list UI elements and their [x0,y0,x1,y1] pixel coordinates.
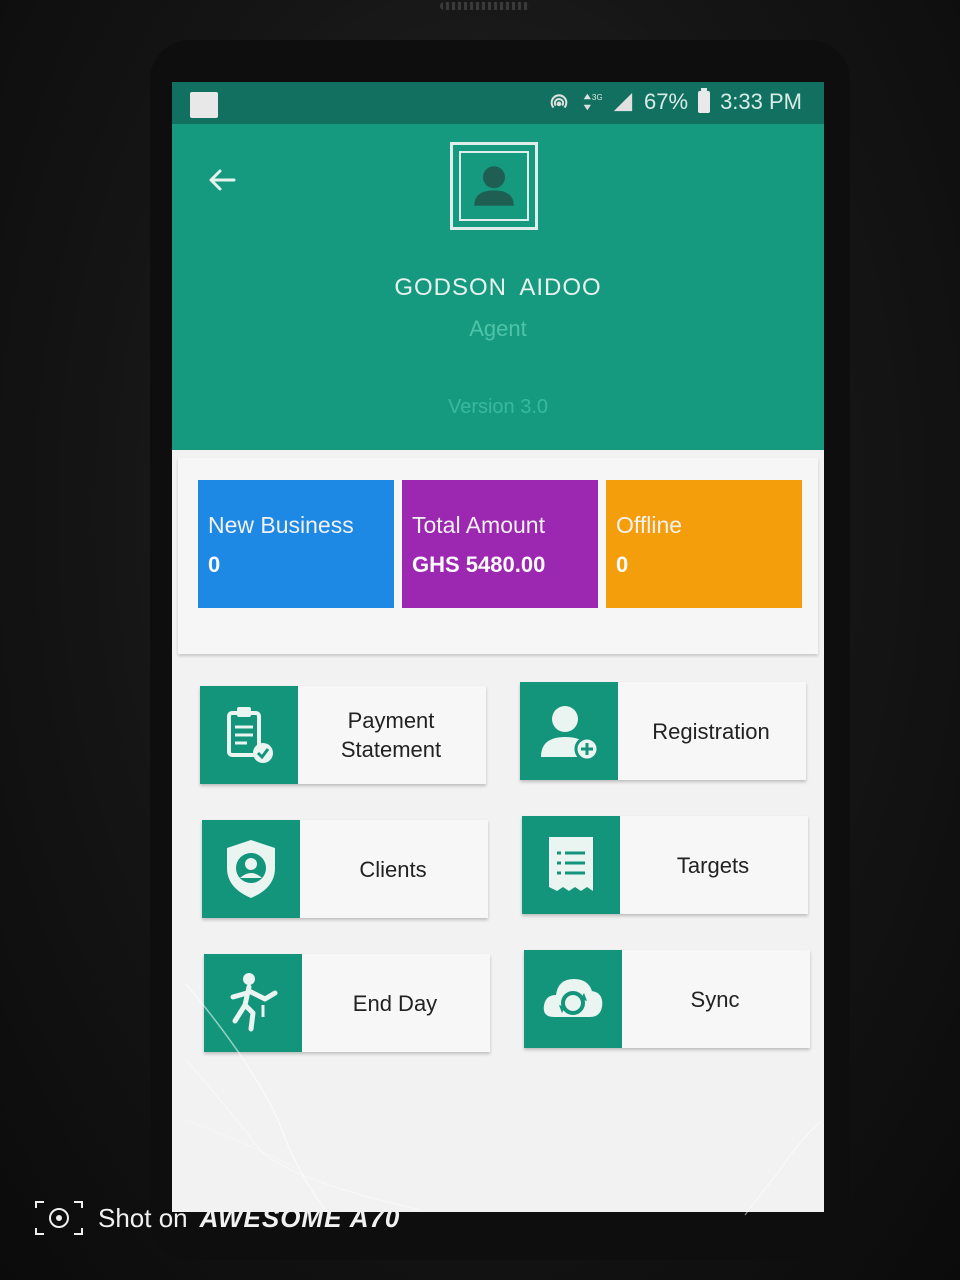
menu-label: Payment Statement [340,708,442,762]
running-person-icon [230,973,278,1032]
stat-total-amount[interactable]: Total Amount GHS 5480.00 [402,480,598,608]
back-arrow-icon[interactable] [202,160,242,200]
cloud-sync-icon [543,979,603,1017]
watermark-brand: AWESOME A70 [199,1202,401,1233]
payment-statement-button[interactable]: Payment Statement [200,686,486,784]
end-day-button[interactable]: End Day [204,954,490,1052]
user-name: GODSON AIDOO [394,274,602,301]
user-role: Agent [469,316,527,341]
stat-value: GHS 5480.00 [412,552,546,577]
data-arrows-icon: 3G [583,93,602,111]
menu-label: Registration [652,718,770,744]
stat-label: Offline [616,512,683,538]
clock: 3:33 PM [720,89,802,114]
add-user-icon [541,706,600,762]
battery-icon [698,88,711,113]
receipt-list-icon [549,837,593,891]
targets-button[interactable]: Targets [522,816,808,914]
status-icons: 3G 67% 3:33 PM [548,88,802,115]
stat-new-business[interactable]: New Business 0 [198,480,394,608]
app-screen: 3G 67% 3:33 PM GODSON AIDOO Agent Versio… [172,82,824,1212]
svg-text:3G: 3G [592,93,602,102]
stat-value: 0 [616,552,629,577]
notification-icon [190,92,218,118]
app-version: Version 3.0 [447,396,549,418]
phone-speaker [440,2,530,10]
camera-icon [35,1201,83,1235]
sync-button[interactable]: Sync [524,950,810,1048]
user-placeholder-icon [474,166,514,206]
clients-button[interactable]: Clients [202,820,488,918]
stats-card: New Business 0 Total Amount GHS 5480.00 … [178,458,818,654]
stat-label: New Business [208,512,354,538]
watermark-prefix: Shot on [98,1202,188,1233]
avatar[interactable] [450,142,538,230]
menu-label: Sync [690,986,740,1012]
shield-user-icon [227,840,275,898]
stat-label: Total Amount [412,512,545,538]
hotspot-icon [550,94,568,109]
menu-label: Clients [359,856,427,882]
profile-header: GODSON AIDOO Agent Version 3.0 [172,124,824,450]
battery-percent: 67% [644,89,689,114]
clipboard-check-icon [227,707,273,763]
menu-label: End Day [352,990,438,1016]
signal-icon [613,92,633,112]
stat-value: 0 [208,552,221,577]
registration-button[interactable]: Registration [520,682,806,780]
stat-offline[interactable]: Offline 0 [606,480,802,608]
camera-watermark: Shot on AWESOME A70 [32,1198,400,1238]
menu-label: Targets [676,852,750,878]
status-bar: 3G 67% 3:33 PM [172,82,824,124]
